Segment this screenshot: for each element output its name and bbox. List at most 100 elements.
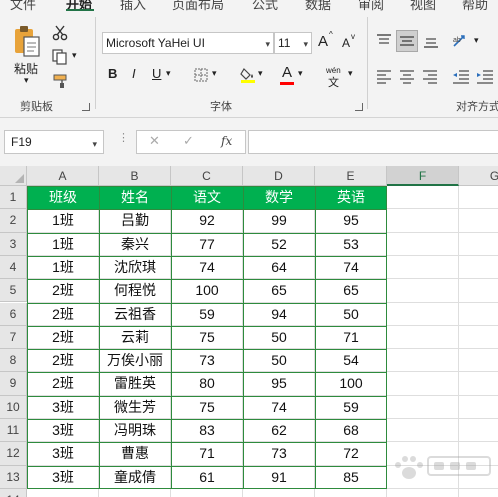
row-header-5[interactable]: 5 — [0, 279, 27, 303]
decrease-font-size-button[interactable]: A — [342, 36, 350, 50]
paste-icon[interactable] — [12, 25, 42, 59]
table-cell[interactable]: 71 — [171, 442, 243, 465]
italic-button[interactable]: I — [132, 66, 136, 81]
table-cell[interactable]: 85 — [315, 466, 387, 489]
phonetic-guide-button[interactable]: 文 — [328, 74, 339, 90]
table-cell[interactable]: 65 — [243, 279, 315, 302]
fill-color-dropdown-icon[interactable]: ▾ — [258, 68, 263, 79]
tab-review[interactable]: 审阅 — [358, 0, 384, 11]
row-header-8[interactable]: 8 — [0, 349, 27, 373]
table-cell[interactable]: 61 — [171, 466, 243, 489]
bold-button[interactable]: B — [108, 66, 117, 81]
phonetic-dropdown-icon[interactable]: ▾ — [348, 68, 353, 79]
increase-font-size-button[interactable]: A — [318, 33, 328, 50]
table-cell[interactable]: 95 — [243, 372, 315, 395]
tab-insert[interactable]: 插入 — [120, 0, 146, 11]
table-cell[interactable]: 2班 — [27, 349, 99, 372]
table-cell[interactable]: 吕勤 — [99, 209, 171, 232]
tab-help[interactable]: 帮助 — [462, 0, 488, 11]
table-cell[interactable]: 100 — [315, 372, 387, 395]
table-cell[interactable]: 74 — [243, 396, 315, 419]
enter-icon[interactable]: ✓ — [183, 134, 194, 149]
table-cell[interactable]: 75 — [171, 396, 243, 419]
row-header-9[interactable]: 9 — [0, 372, 27, 396]
table-cell[interactable]: 2班 — [27, 303, 99, 326]
orientation-dropdown-icon[interactable]: ▾ — [474, 35, 479, 46]
tab-formulas[interactable]: 公式 — [252, 0, 278, 11]
table-cell[interactable]: 3班 — [27, 442, 99, 465]
table-cell[interactable]: 3班 — [27, 419, 99, 442]
tab-file[interactable]: 文件 — [10, 0, 36, 11]
font-size-dropdown[interactable]: 11 ▾ — [274, 32, 312, 54]
row-header-2[interactable]: 2 — [0, 209, 27, 233]
table-cell[interactable]: 沈欣琪 — [99, 256, 171, 279]
table-cell[interactable]: 92 — [171, 209, 243, 232]
borders-dropdown-icon[interactable]: ▾ — [212, 68, 217, 79]
row-header-7[interactable]: 7 — [0, 325, 27, 350]
decrease-indent-icon[interactable] — [452, 68, 470, 84]
table-cell[interactable]: 秦兴 — [99, 233, 171, 256]
table-cell[interactable]: 万俟小丽 — [99, 349, 171, 372]
copy-icon[interactable] — [52, 49, 70, 65]
align-bottom-icon[interactable] — [423, 33, 439, 49]
table-cell[interactable]: 2班 — [27, 326, 99, 349]
table-cell[interactable]: 65 — [315, 279, 387, 302]
table-cell[interactable]: 2班 — [27, 279, 99, 302]
table-cell[interactable]: 50 — [315, 303, 387, 326]
table-cell[interactable]: 77 — [171, 233, 243, 256]
table-cell[interactable]: 冯明珠 — [99, 419, 171, 442]
row-header-11[interactable]: 11 — [0, 419, 27, 443]
align-top-icon[interactable] — [376, 33, 392, 49]
table-cell[interactable]: 80 — [171, 372, 243, 395]
underline-dropdown-icon[interactable]: ▾ — [166, 68, 171, 79]
table-cell[interactable]: 94 — [243, 303, 315, 326]
orientation-icon[interactable]: ab — [452, 33, 472, 49]
table-cell[interactable]: 83 — [171, 419, 243, 442]
cancel-icon[interactable]: ✕ — [149, 134, 160, 149]
table-cell[interactable]: 曹惠 — [99, 442, 171, 465]
table-cell[interactable]: 74 — [315, 256, 387, 279]
row-header-4[interactable]: 4 — [0, 255, 27, 280]
font-name-dropdown[interactable]: Microsoft YaHei UI ▾ — [102, 32, 274, 54]
table-cell[interactable]: 微生芳 — [99, 396, 171, 419]
font-color-button[interactable]: A — [282, 64, 292, 81]
table-header-cell[interactable]: 语文 — [171, 186, 243, 210]
align-middle-button[interactable] — [396, 30, 418, 52]
increase-indent-icon[interactable] — [476, 68, 494, 84]
underline-button[interactable]: U — [152, 66, 161, 81]
row-header-13[interactable]: 13 — [0, 465, 27, 489]
font-launcher-icon[interactable] — [355, 103, 363, 111]
table-cell[interactable]: 1班 — [27, 233, 99, 256]
align-right-icon[interactable] — [422, 68, 438, 84]
table-cell[interactable]: 3班 — [27, 396, 99, 419]
table-cell[interactable]: 52 — [243, 233, 315, 256]
table-cell[interactable]: 100 — [171, 279, 243, 302]
row-header-3[interactable]: 3 — [0, 232, 27, 256]
table-cell[interactable]: 2班 — [27, 372, 99, 395]
table-cell[interactable]: 雷胜英 — [99, 372, 171, 395]
row-header-10[interactable]: 10 — [0, 395, 27, 419]
table-cell[interactable]: 54 — [315, 349, 387, 372]
table-cell[interactable]: 50 — [243, 326, 315, 349]
table-cell[interactable]: 99 — [243, 209, 315, 232]
table-header-cell[interactable]: 姓名 — [99, 186, 171, 210]
table-cell[interactable]: 72 — [315, 442, 387, 465]
table-cell[interactable]: 1班 — [27, 209, 99, 232]
column-header-c[interactable]: C — [171, 166, 243, 186]
table-cell[interactable]: 何程悦 — [99, 279, 171, 302]
row-header-1[interactable]: 1 — [0, 186, 27, 210]
font-color-dropdown-icon[interactable]: ▾ — [298, 68, 303, 79]
align-center-icon[interactable] — [399, 68, 415, 84]
table-cell[interactable]: 95 — [315, 209, 387, 232]
table-cell[interactable]: 91 — [243, 466, 315, 489]
table-cell[interactable]: 71 — [315, 326, 387, 349]
table-cell[interactable]: 64 — [243, 256, 315, 279]
fill-color-icon[interactable] — [240, 66, 256, 84]
name-box[interactable]: F19 ▾ — [4, 130, 104, 154]
table-cell[interactable]: 50 — [243, 349, 315, 372]
table-cell[interactable]: 59 — [315, 396, 387, 419]
column-header-f[interactable]: F — [387, 166, 459, 186]
table-cell[interactable]: 云莉 — [99, 326, 171, 349]
column-header-e[interactable]: E — [315, 166, 387, 186]
column-header-a[interactable]: A — [27, 166, 99, 186]
